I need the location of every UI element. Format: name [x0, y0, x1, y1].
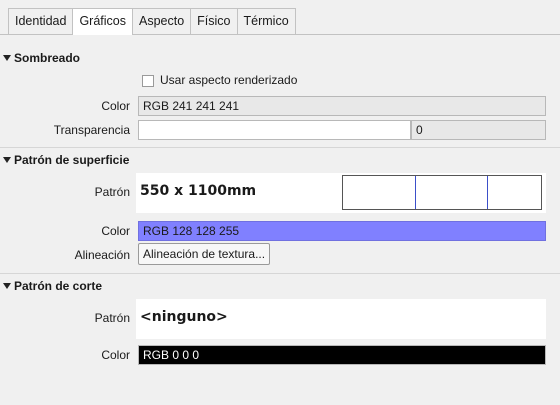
cut-pattern-value: <ninguno> [140, 309, 228, 325]
collapse-triangle-icon [3, 157, 11, 163]
pattern-line [415, 176, 416, 209]
surface-color-field[interactable]: RGB 128 128 255 [138, 221, 546, 241]
tab-fisico[interactable]: Físico [190, 8, 238, 34]
cut-color-field[interactable]: RGB 0 0 0 [138, 345, 546, 365]
use-render-label: Usar aspecto renderizado [160, 73, 298, 87]
section-cut-header[interactable]: Patrón de corte [0, 275, 560, 297]
section-surface-title: Patrón de superficie [14, 153, 130, 167]
pattern-preview-swatch [342, 175, 542, 210]
section-sombreado-title: Sombreado [14, 51, 81, 65]
cut-pattern-label: Patrón [94, 311, 130, 325]
collapse-triangle-icon [3, 55, 11, 61]
sombreado-color-field[interactable]: RGB 241 241 241 [138, 96, 546, 116]
transparency-label: Transparencia [53, 123, 130, 137]
divider [0, 273, 560, 274]
transparency-value[interactable]: 0 [411, 120, 546, 140]
tab-bar: Identidad Gráficos Aspecto Físico Térmic… [8, 8, 296, 35]
section-sombreado-header[interactable]: Sombreado [0, 47, 560, 69]
surface-pattern-value: 550 x 1100mm [140, 183, 257, 199]
tab-identidad[interactable]: Identidad [8, 8, 74, 34]
sombreado-color-label: Color [101, 99, 130, 113]
transparency-slider[interactable] [138, 120, 411, 140]
tab-aspecto[interactable]: Aspecto [131, 8, 192, 34]
divider [0, 147, 560, 148]
alignment-label: Alineación [74, 248, 130, 262]
tab-termico[interactable]: Térmico [236, 8, 296, 34]
cut-color-label: Color [101, 348, 130, 362]
section-surface-header[interactable]: Patrón de superficie [0, 149, 560, 171]
use-render-checkbox[interactable] [142, 75, 154, 87]
surface-color-label: Color [101, 224, 130, 238]
collapse-triangle-icon [3, 283, 11, 289]
cut-pattern-field[interactable]: <ninguno> [136, 299, 546, 339]
section-cut-title: Patrón de corte [14, 279, 103, 293]
texture-alignment-button[interactable]: Alineación de textura... [138, 243, 271, 265]
tab-graficos[interactable]: Gráficos [72, 8, 133, 35]
surface-pattern-label: Patrón [94, 185, 130, 199]
surface-pattern-field[interactable]: 550 x 1100mm [136, 173, 546, 213]
pattern-line [487, 176, 488, 209]
graphics-panel: Sombreado Usar aspecto renderizado Color… [0, 34, 560, 405]
